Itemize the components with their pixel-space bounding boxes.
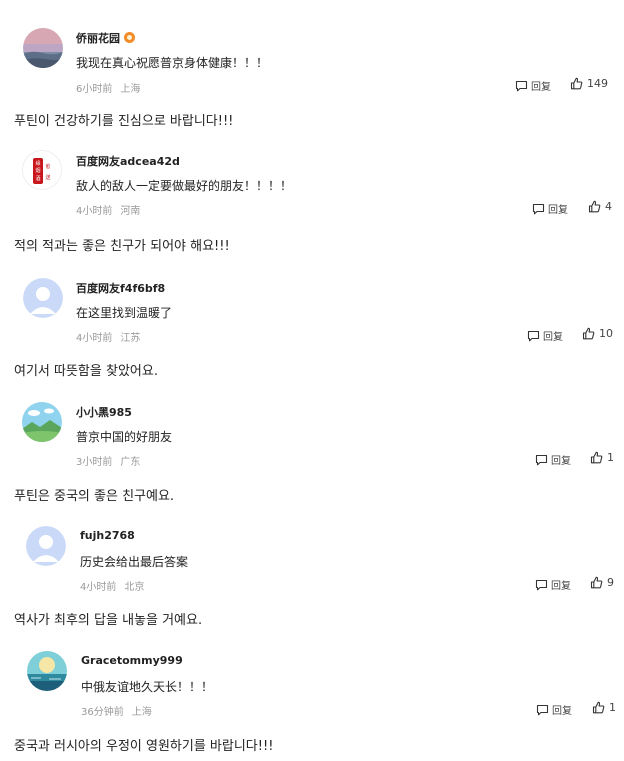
like-button[interactable]: 9 — [590, 576, 614, 589]
comment-meta: 6小时前 上海 — [76, 80, 140, 95]
moon-sea-avatar-icon — [27, 651, 67, 691]
comment-text: 在这里找到温暖了 — [76, 306, 173, 320]
comment-meta: 36分钟前 上海 — [81, 703, 152, 718]
comment-meta: 4小时前 河南 — [76, 202, 140, 217]
comment-item: 百度网友f4f6bf8 在这里找到温暖了 4小时前 江苏 回复 10 — [0, 266, 624, 362]
comment-location: 上海 — [131, 707, 152, 718]
reply-label: 回复 — [531, 82, 551, 93]
comment-time: 3小时前 — [76, 457, 113, 468]
like-count: 1 — [607, 451, 614, 464]
comment-item: 缘 烟 愈 酒 送 百度网友adcea42d 敌人的敌人一定要做最好的朋友！！！… — [0, 140, 624, 236]
comment-bubble-icon — [532, 203, 545, 214]
comment-time: 6小时前 — [76, 84, 113, 95]
comment-bubble-icon — [535, 579, 548, 590]
comment-username[interactable]: 百度网友f4f6bf8 — [76, 280, 165, 296]
reply-label: 回复 — [548, 205, 568, 216]
like-count: 4 — [605, 200, 612, 213]
comment-text: 普京中国的好朋友 — [76, 430, 173, 444]
like-button[interactable]: 1 — [590, 451, 614, 464]
avatar[interactable] — [27, 651, 67, 691]
comment-text: 历史会给出最后答案 — [80, 555, 189, 569]
comment-item: Gracetommy999 中俄友谊地久天长！！！ 36分钟前 上海 回复 1 — [0, 640, 624, 736]
like-count: 10 — [599, 327, 613, 340]
reply-button[interactable]: 回复 — [536, 702, 572, 717]
comment-location: 广东 — [120, 457, 141, 468]
username-text[interactable]: 侨丽花园 — [76, 32, 120, 45]
translation-text: 적의 적과는 좋은 친구가 되어야 해요!!! — [14, 239, 230, 254]
like-button[interactable]: 1 — [592, 701, 616, 714]
comment-item: 侨丽花园 我现在真心祝愿普京身体健康！！！ 6小时前 上海 回复 149 — [0, 16, 624, 112]
svg-text:烟: 烟 — [35, 167, 40, 174]
comment-text: 我现在真心祝愿普京身体健康！！！ — [76, 56, 269, 70]
comment-username[interactable]: fujh2768 — [80, 529, 135, 542]
comment-meta: 3小时前 广东 — [76, 453, 140, 468]
comment-time: 36分钟前 — [81, 707, 124, 718]
like-count: 149 — [587, 77, 608, 90]
svg-text:愈: 愈 — [45, 163, 50, 170]
comment-username[interactable]: 小小黑985 — [76, 404, 132, 420]
comment-username[interactable]: Gracetommy999 — [81, 654, 183, 667]
svg-text:缘: 缘 — [35, 160, 40, 167]
reply-label: 回复 — [552, 706, 572, 717]
translation-text: 푸틴이 건강하기를 진심으로 바랍니다!!! — [14, 114, 234, 129]
comment-location: 河南 — [120, 206, 141, 217]
avatar[interactable]: 缘 烟 愈 酒 送 — [22, 150, 62, 190]
translation-text: 역사가 최후의 답을 내놓을 거예요. — [14, 613, 203, 628]
comment-location: 江苏 — [120, 333, 141, 344]
sunset-landscape-avatar-icon — [23, 28, 63, 68]
comment-username[interactable]: 侨丽花园 — [76, 30, 135, 46]
svg-text:酒: 酒 — [35, 175, 40, 182]
comment-bubble-icon — [535, 454, 548, 465]
reply-label: 回复 — [551, 456, 571, 467]
like-count: 9 — [607, 576, 614, 589]
avatar[interactable] — [23, 28, 63, 68]
thumbs-up-icon — [570, 77, 583, 90]
thumbs-up-icon — [582, 327, 595, 340]
like-button[interactable]: 149 — [570, 77, 608, 90]
comment-text: 敌人的敌人一定要做最好的朋友！！！！ — [76, 179, 293, 193]
level-badge-icon — [124, 32, 135, 43]
thumbs-up-icon — [590, 576, 603, 589]
reply-button[interactable]: 回复 — [527, 328, 563, 343]
like-button[interactable]: 4 — [588, 200, 612, 213]
comment-meta: 4小时前 北京 — [80, 578, 144, 593]
translation-text: 여기서 따뜻함을 찾았어요. — [14, 364, 158, 379]
default-user-avatar-icon — [23, 278, 63, 318]
comment-bubble-icon — [527, 330, 540, 341]
reply-button[interactable]: 回复 — [535, 452, 571, 467]
reply-button[interactable]: 回复 — [532, 201, 568, 216]
comment-bubble-icon — [515, 80, 528, 91]
landscape-avatar-icon — [22, 402, 62, 442]
thumbs-up-icon — [588, 200, 601, 213]
comment-time: 4小时前 — [80, 582, 117, 593]
svg-text:送: 送 — [45, 174, 50, 181]
default-user-avatar-icon — [26, 526, 66, 566]
comment-bubble-icon — [536, 704, 549, 715]
avatar[interactable] — [23, 278, 63, 318]
comment-item: fujh2768 历史会给出最后答案 4小时前 北京 回复 9 — [0, 515, 624, 611]
avatar[interactable] — [26, 526, 66, 566]
avatar[interactable] — [22, 402, 62, 442]
comment-time: 4小时前 — [76, 333, 113, 344]
reply-button[interactable]: 回复 — [515, 78, 551, 93]
like-count: 1 — [609, 701, 616, 714]
comment-time: 4小时前 — [76, 206, 113, 217]
thumbs-up-icon — [592, 701, 605, 714]
comment-text: 中俄友谊地久天长！！！ — [81, 680, 214, 694]
comment-username[interactable]: 百度网友adcea42d — [76, 153, 180, 169]
comment-item: 小小黑985 普京中国的好朋友 3小时前 广东 回复 1 — [0, 390, 624, 486]
comment-location: 上海 — [120, 84, 141, 95]
reply-label: 回复 — [543, 332, 563, 343]
red-seal-avatar-icon: 缘 烟 愈 酒 送 — [24, 152, 61, 189]
reply-button[interactable]: 回复 — [535, 577, 571, 592]
reply-label: 回复 — [551, 581, 571, 592]
translation-text: 중국과 러시아의 우정이 영원하기를 바랍니다!!! — [14, 739, 274, 754]
comment-location: 北京 — [124, 582, 145, 593]
translation-text: 푸틴은 중국의 좋은 친구예요. — [14, 489, 175, 504]
like-button[interactable]: 10 — [582, 327, 613, 340]
comment-meta: 4小时前 江苏 — [76, 329, 140, 344]
thumbs-up-icon — [590, 451, 603, 464]
